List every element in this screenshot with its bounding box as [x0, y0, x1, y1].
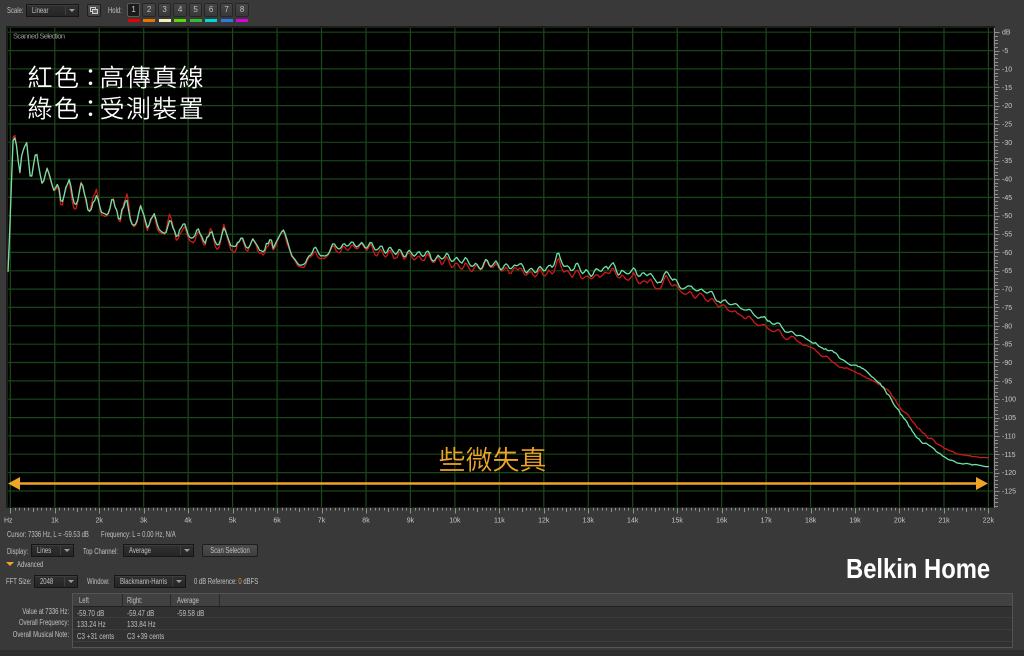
svg-text:-90: -90	[1002, 360, 1012, 367]
svg-text:15k: 15k	[672, 518, 684, 525]
svg-text:2k: 2k	[95, 518, 103, 525]
svg-text:-55: -55	[1002, 232, 1012, 239]
svg-text:20k: 20k	[894, 518, 906, 525]
svg-text:-30: -30	[1002, 140, 1012, 147]
svg-text:-25: -25	[1002, 122, 1012, 129]
svg-text:17k: 17k	[760, 518, 772, 525]
svg-text:3k: 3k	[140, 518, 148, 525]
svg-text:6k: 6k	[273, 518, 281, 525]
svg-text:19k: 19k	[849, 518, 861, 525]
svg-text:-35: -35	[1002, 158, 1012, 165]
svg-text:Hz: Hz	[4, 518, 13, 525]
svg-text:11k: 11k	[494, 518, 505, 525]
svg-text:10k: 10k	[449, 518, 461, 525]
svg-text:-40: -40	[1002, 177, 1012, 184]
svg-text:18k: 18k	[805, 518, 817, 525]
svg-text:13k: 13k	[583, 518, 595, 525]
svg-text:Scanned Selection: Scanned Selection	[13, 32, 65, 41]
svg-text:8k: 8k	[362, 518, 370, 525]
svg-text:-100: -100	[1002, 397, 1016, 404]
svg-text:14k: 14k	[627, 518, 639, 525]
svg-text:-75: -75	[1002, 305, 1012, 312]
svg-text:22k: 22k	[983, 518, 995, 525]
svg-text:-70: -70	[1002, 287, 1012, 294]
svg-text:-10: -10	[1002, 66, 1012, 73]
svg-text:16k: 16k	[716, 518, 728, 525]
svg-text:-15: -15	[1002, 85, 1012, 92]
svg-text:-65: -65	[1002, 268, 1012, 275]
svg-text:12k: 12k	[538, 518, 550, 525]
svg-text:-125: -125	[1002, 489, 1016, 496]
svg-text:21k: 21k	[938, 518, 950, 525]
svg-text:-80: -80	[1002, 323, 1012, 330]
svg-text:-95: -95	[1002, 378, 1012, 385]
svg-text:7k: 7k	[318, 518, 326, 525]
svg-text:-5: -5	[1002, 48, 1008, 55]
svg-text:5k: 5k	[229, 518, 237, 525]
svg-text:-115: -115	[1002, 452, 1016, 459]
svg-text:-105: -105	[1002, 415, 1016, 422]
svg-text:4k: 4k	[184, 518, 192, 525]
svg-text:-120: -120	[1002, 470, 1016, 477]
svg-text:1k: 1k	[51, 518, 59, 525]
svg-text:-20: -20	[1002, 103, 1012, 110]
svg-text:dB: dB	[1002, 30, 1011, 37]
svg-text:9k: 9k	[407, 518, 415, 525]
svg-text:-60: -60	[1002, 250, 1012, 257]
svg-text:-110: -110	[1002, 433, 1016, 440]
svg-text:-45: -45	[1002, 195, 1012, 202]
svg-text:-50: -50	[1002, 213, 1012, 220]
svg-text:-85: -85	[1002, 342, 1012, 349]
